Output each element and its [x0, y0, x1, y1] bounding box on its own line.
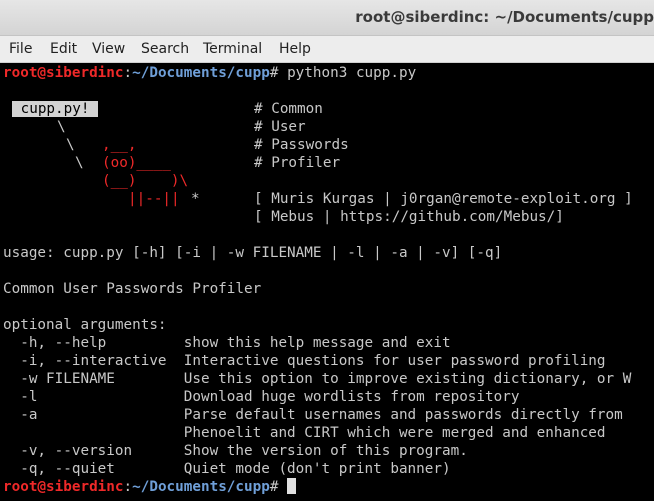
menu-bar: File Edit View Search Terminal Help: [0, 36, 654, 63]
banner-credits: [ Muris Kurgas | j0rgan@remote-exploit.o…: [254, 191, 633, 207]
terminal-output[interactable]: root@siberdinc:~/Documents/cupp# python3…: [0, 63, 654, 501]
banner-comment: # Passwords: [254, 137, 349, 153]
option-line: -h, --help show this help message and ex…: [3, 335, 451, 351]
art-slash: \: [57, 119, 66, 135]
menu-edit[interactable]: Edit: [50, 41, 77, 57]
menu-help[interactable]: Help: [279, 41, 311, 57]
menu-view[interactable]: View: [92, 41, 125, 57]
window-titlebar[interactable]: root@siberdinc: ~/Documents/cupp: [0, 0, 654, 36]
banner-label: cupp.py!: [12, 101, 99, 117]
prompt-line[interactable]: root@siberdinc:~/Documents/cupp#: [3, 478, 297, 496]
banner-comment: # Common: [254, 101, 323, 117]
prompt-path: ~/Documents/cupp: [132, 479, 270, 495]
menu-file[interactable]: File: [9, 41, 32, 57]
option-line: -v, --version Show the version of this p…: [3, 443, 468, 459]
art-cow-face: (oo)____: [102, 155, 171, 171]
banner-comment: # Profiler: [254, 155, 341, 171]
option-line: -i, --interactive Interactive questions …: [3, 353, 606, 369]
option-line: -w FILENAME Use this option to improve e…: [3, 371, 632, 387]
text-cursor: [287, 478, 297, 494]
prompt-user-host: root@siberdinc: [3, 479, 124, 495]
art-cow-legs: ||--||: [128, 191, 180, 207]
option-line: -a Parse default usernames and passwords…: [3, 407, 623, 423]
menu-terminal[interactable]: Terminal: [203, 41, 262, 57]
menu-search[interactable]: Search: [141, 41, 189, 57]
command-text: python3 cupp.py: [287, 65, 417, 81]
prompt-separator: :: [123, 479, 133, 495]
prompt-symbol: #: [269, 479, 288, 495]
prompt-user-host: root@siberdinc: [3, 65, 124, 81]
prompt-path: ~/Documents/cupp: [132, 65, 270, 81]
banner-comment: # User: [254, 119, 306, 135]
art-slash: \: [75, 155, 84, 171]
usage-line: usage: cupp.py [-h] [-i | -w FILENAME | …: [3, 245, 503, 261]
description-line: Common User Passwords Profiler: [3, 281, 262, 297]
banner-credits: [ Mebus | https://github.com/Mebus/]: [254, 209, 564, 225]
prompt-line: root@siberdinc:~/Documents/cupp# python3…: [3, 64, 416, 82]
art-cow-body: (__) )\: [102, 173, 189, 189]
art-cow-horns: ,__,: [102, 137, 137, 153]
window-title: root@siberdinc: ~/Documents/cupp: [355, 8, 654, 26]
option-line: -q, --quiet Quiet mode (don't print bann…: [3, 461, 451, 477]
art-slash: \: [66, 137, 75, 153]
option-line: -l Download huge wordlists from reposito…: [3, 389, 520, 405]
optional-arguments-header: optional arguments:: [3, 317, 167, 333]
prompt-separator: :: [123, 65, 133, 81]
prompt-symbol: #: [269, 65, 288, 81]
art-star: *: [191, 191, 200, 207]
option-line: Phenoelit and CIRT which were merged and…: [3, 425, 606, 441]
